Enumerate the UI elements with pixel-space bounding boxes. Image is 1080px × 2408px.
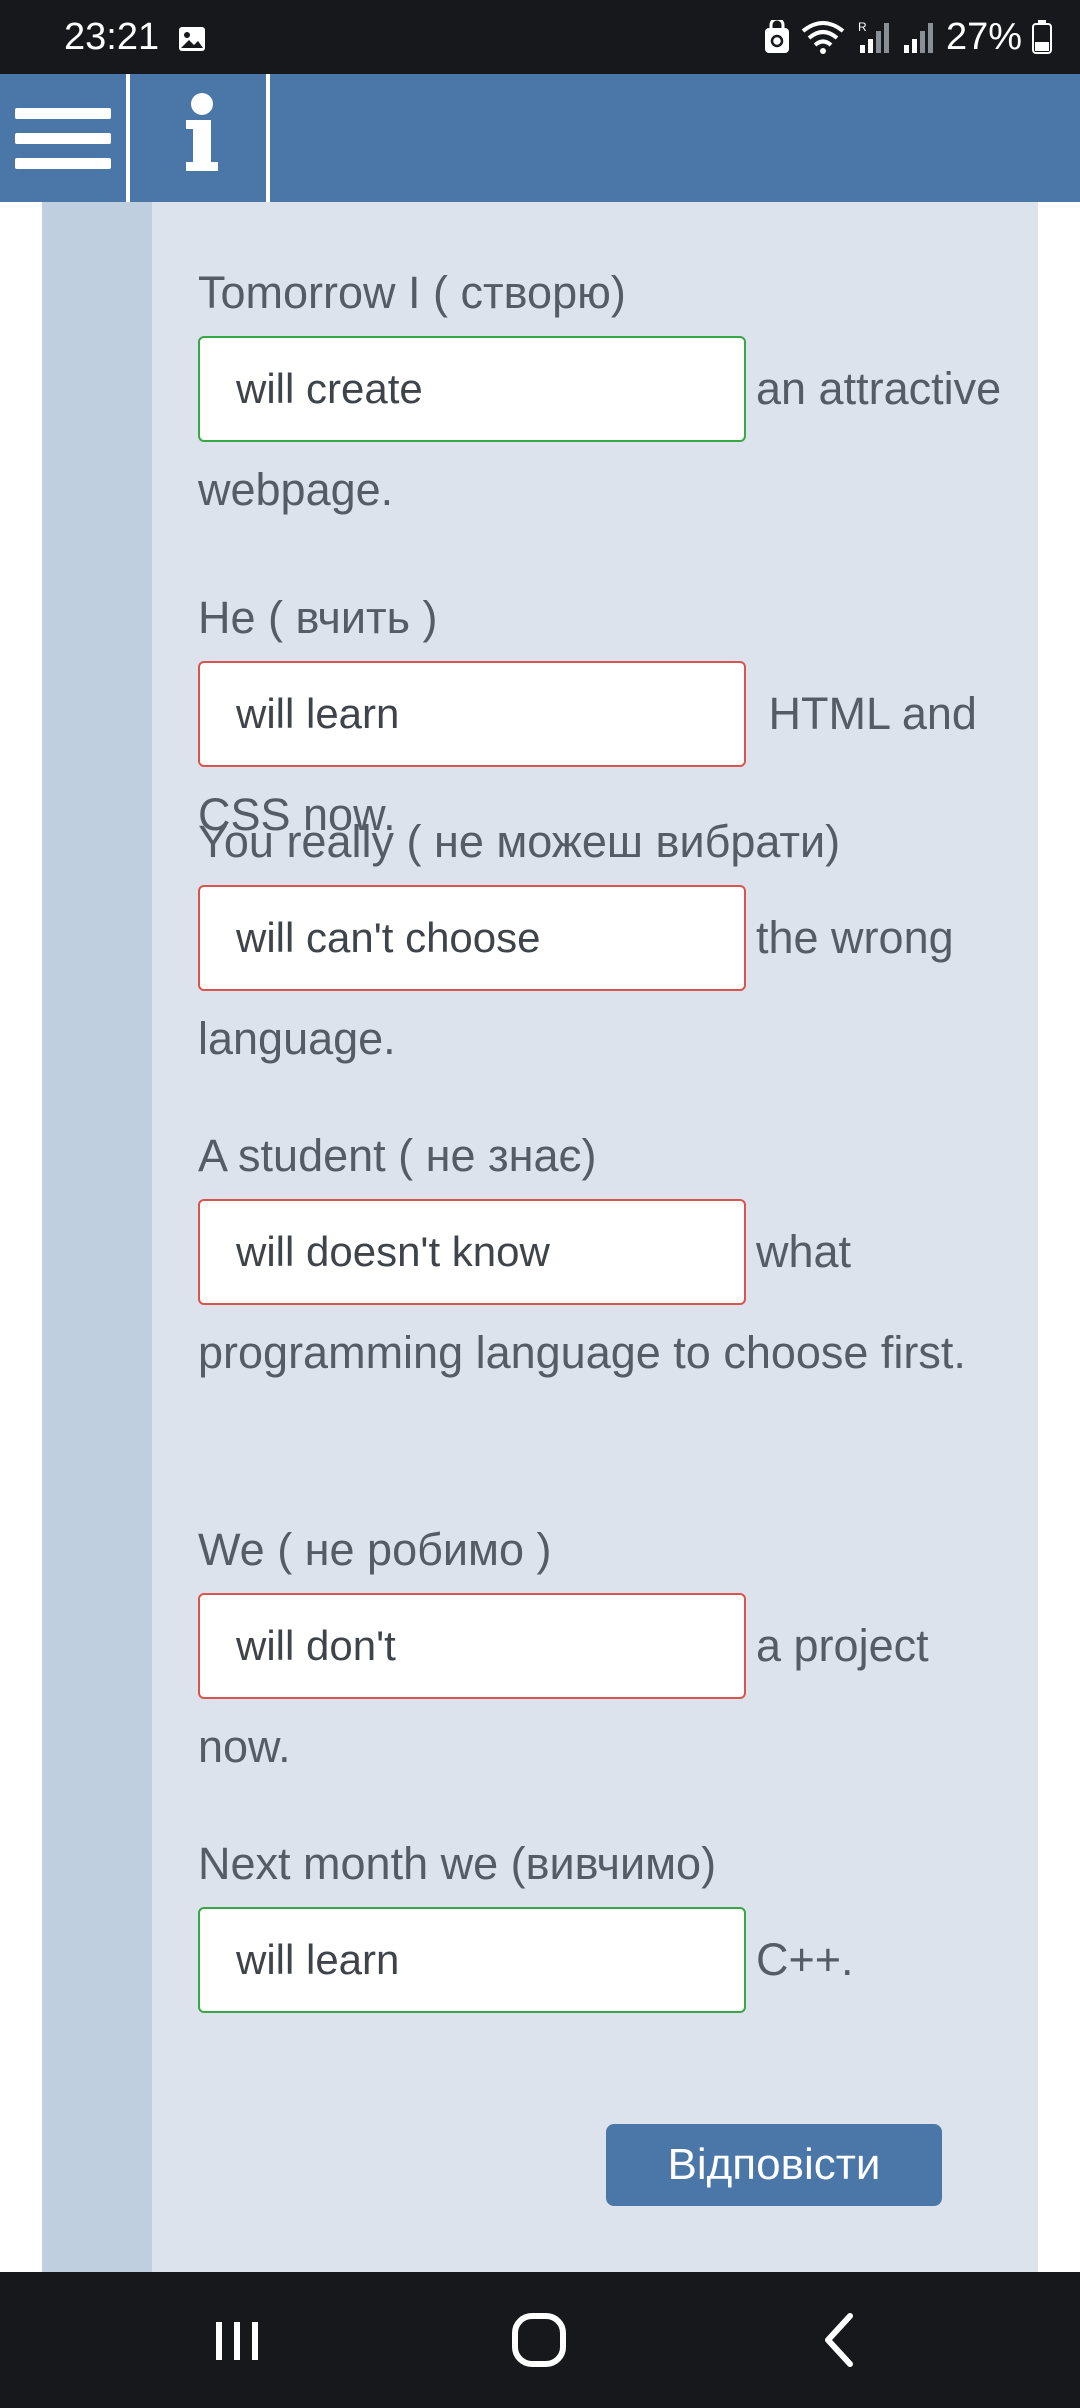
status-bar: 23:21 R 27% — [0, 0, 1080, 74]
gallery-notification-icon — [179, 27, 205, 51]
answer-input[interactable] — [198, 885, 746, 992]
home-icon[interactable] — [494, 2300, 584, 2380]
item-prefix: Tomorrow I ( створю) — [198, 267, 626, 318]
item-prefix: Next month we (вивчимо) — [198, 1838, 717, 1889]
exercise-item: We ( не робимо ) a project now. — [198, 1502, 1008, 1795]
app-header — [0, 74, 1080, 202]
answer-input[interactable] — [198, 1907, 746, 2014]
navigation-bar — [0, 2272, 1080, 2408]
answer-input[interactable] — [198, 336, 746, 443]
item-prefix: A student ( не знає) — [198, 1130, 597, 1181]
answer-input[interactable] — [198, 661, 746, 768]
info-icon — [186, 93, 218, 171]
left-rail — [42, 202, 152, 2272]
battery-icon — [1032, 20, 1052, 54]
signal-roaming-icon: R — [858, 20, 889, 53]
status-time: 23:21 — [64, 16, 160, 58]
svg-text:R: R — [858, 20, 867, 34]
item-suffix: C++. — [756, 1934, 854, 1985]
exercise-item: A student ( не знає) what programming la… — [198, 1108, 1008, 1401]
submit-button[interactable]: Відповісти — [606, 2124, 942, 2206]
vpn-icon — [764, 20, 789, 53]
signal-icon — [903, 23, 933, 53]
exercise-item: You really ( не можеш вибрати) the wrong… — [198, 794, 1008, 1087]
status-icons: R 27% — [764, 14, 1052, 60]
exercise-item: Tomorrow I ( створю) an attractive webpa… — [198, 245, 1008, 538]
answer-input[interactable] — [198, 1593, 746, 1700]
back-icon[interactable] — [796, 2300, 886, 2380]
exercise-item: Next month we (вивчимо) C++. — [198, 1816, 1008, 2014]
wifi-icon — [801, 21, 845, 54]
item-prefix: You really ( не можеш вибрати) — [198, 816, 841, 867]
recent-apps-icon[interactable] — [192, 2300, 282, 2380]
item-prefix: He ( вчить ) — [198, 592, 438, 643]
menu-icon — [15, 107, 111, 119]
answer-input[interactable] — [198, 1199, 746, 1306]
item-prefix: We ( не робимо ) — [198, 1524, 552, 1575]
info-button[interactable] — [136, 74, 270, 202]
menu-button[interactable] — [0, 74, 130, 202]
battery-percent: 27% — [945, 15, 1022, 58]
